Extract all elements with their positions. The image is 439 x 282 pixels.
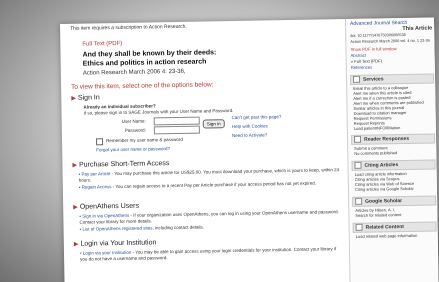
scholar-item[interactable]: Search for related content: [355, 211, 435, 218]
remember-checkbox[interactable]: [96, 138, 104, 146]
box-icon: [354, 161, 362, 170]
openathens-list-text: , including contact details.: [152, 224, 205, 231]
need-activate-link[interactable]: Need to Activate?: [232, 132, 267, 139]
advanced-search-row: Advanced Journal Search This Article: [350, 20, 432, 32]
password-input[interactable]: [153, 125, 200, 135]
citing-articles-label: Citing Articles: [364, 162, 399, 169]
pay-per-article-link[interactable]: Pay per Article: [81, 171, 110, 177]
help-cookies-link[interactable]: Help with Cookies: [232, 123, 268, 130]
services-header: Services: [349, 73, 435, 85]
username-label: User Name:: [121, 118, 146, 124]
service-item[interactable]: Load patientINFORMation: [354, 124, 434, 131]
related-content-label: Related Content: [365, 224, 404, 231]
advanced-search-link[interactable]: Advanced Journal Search: [350, 20, 407, 27]
box-icon: [354, 135, 362, 144]
sidebar-article-info: Advanced Journal Search This Article doi…: [350, 20, 433, 71]
view-options-heading: To view this item, select one of the opt…: [71, 81, 214, 91]
sidebar: Advanced Journal Search This Article doi…: [344, 17, 439, 282]
signin-instructions: If so, please sign in to SAGE Journals w…: [83, 107, 234, 116]
institution-link[interactable]: Login via your Institution: [83, 250, 132, 256]
google-scholar-header: Google Scholar: [352, 195, 437, 207]
related-list: Load related web page information: [356, 232, 436, 239]
signin-heading-label: Sign In: [77, 94, 100, 102]
regain-access-link[interactable]: Regain Access: [82, 184, 112, 190]
username-input[interactable]: [153, 116, 200, 126]
references-link[interactable]: References: [351, 64, 433, 71]
signin-heading: ▶ Sign In: [71, 94, 100, 101]
institution-item: • Login via your Institution - You may b…: [79, 246, 337, 262]
institution-heading: ▶ Login via Your Institution: [74, 239, 157, 247]
services-header-label: Services: [362, 76, 384, 83]
main-content: This item requires a subscription to Act…: [60, 19, 349, 282]
related-item[interactable]: Load related web page information: [356, 232, 436, 239]
triangle-icon: ▶: [73, 241, 79, 248]
reader-responses-header: Reader Responses: [350, 133, 436, 145]
openathens-heading: ▶ OpenAthens Users: [73, 203, 139, 211]
openathens-list-link[interactable]: List of OpenAthens registered sites: [82, 225, 152, 231]
triangle-icon: ▶: [72, 162, 78, 169]
reader-list: Submit a comment No comments published: [354, 144, 434, 156]
journal-citation: Action Research March 2006 4: 23-36,: [82, 68, 186, 77]
institution-heading-label: Login via Your Institution: [80, 239, 157, 248]
services-list: Email this article to a colleague Alert …: [353, 84, 434, 131]
article-title: And they shall be known by their deeds: …: [82, 46, 322, 68]
triangle-icon: ▶: [73, 204, 78, 211]
citing-articles-header: Citing Articles: [351, 159, 436, 171]
purchase-heading-label: Purchase Short-Term Access: [79, 160, 170, 169]
related-content-header: Related Content: [352, 221, 437, 233]
reader-item: No comments published: [354, 150, 398, 156]
scholar-list: Articles by Hilsen, A. I. Search for rel…: [355, 206, 435, 218]
cant-get-past-link[interactable]: Can't get past this page?: [232, 114, 282, 121]
citing-list: Load citing article information Citing a…: [355, 170, 435, 192]
box-icon: [355, 197, 363, 206]
this-article-heading: This Article: [402, 25, 433, 33]
photo-frame: This item requires a subscription to Act…: [0, 0, 439, 282]
google-scholar-label: Google Scholar: [365, 198, 403, 205]
subscription-note: This item requires a subscription to Act…: [70, 23, 187, 32]
citing-item[interactable]: Citing articles via Google Scholar: [355, 185, 435, 192]
openathens-signin-link[interactable]: Sign in via OpenAthens: [82, 213, 129, 219]
remember-label: Remember my user name & password: [106, 136, 183, 144]
full-text-pdf-link[interactable]: Full Text (PDF): [82, 41, 122, 48]
reader-responses-label: Reader Responses: [364, 135, 410, 143]
screen-page: This item requires a subscription to Act…: [60, 17, 439, 282]
box-icon: [355, 223, 363, 232]
purchase-heading: ▶ Purchase Short-Term Access: [72, 160, 169, 169]
signin-button[interactable]: Sign in: [202, 119, 225, 129]
openathens-heading-label: OpenAthens Users: [79, 202, 140, 211]
password-label: Password:: [124, 127, 146, 133]
published-text: Action Research March 2006 vol. 4 no. 1 …: [350, 38, 430, 44]
box-icon: [352, 75, 361, 84]
forgot-link[interactable]: Forgot your user name or password?: [96, 146, 170, 153]
triangle-icon: ▶: [71, 95, 76, 102]
